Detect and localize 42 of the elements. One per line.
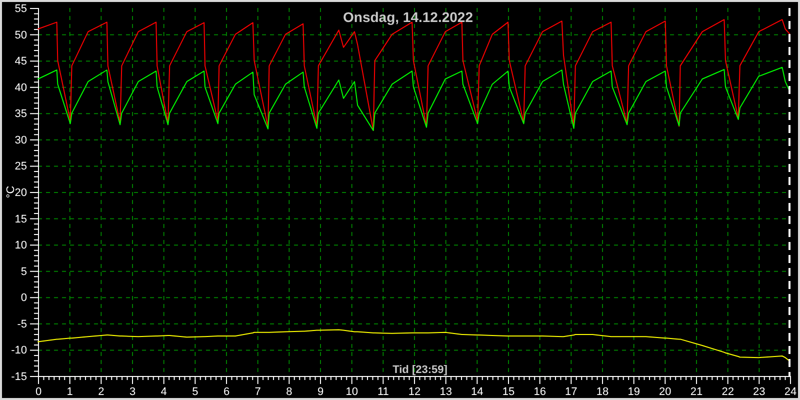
axis-label: 2 bbox=[98, 386, 104, 398]
axis-label: -15 bbox=[11, 371, 27, 383]
axis-label: 3 bbox=[129, 386, 136, 398]
axis-label: -5 bbox=[17, 318, 27, 330]
axis-label: 12 bbox=[408, 386, 421, 398]
axis-label: 40 bbox=[14, 82, 27, 94]
axis-label: 20 bbox=[14, 187, 27, 199]
axis-label: 1 bbox=[66, 386, 73, 398]
axis-label: 5 bbox=[20, 266, 27, 278]
axis-label: 35 bbox=[14, 108, 27, 120]
axis-label: 25 bbox=[14, 160, 27, 173]
axis-label: 24 bbox=[784, 386, 797, 398]
axis-label: 0 bbox=[35, 386, 42, 398]
axis-label: 23 bbox=[753, 386, 766, 398]
axis-label: 15 bbox=[14, 213, 27, 226]
chart-title: Onsdag, 14.12.2022 bbox=[343, 9, 473, 25]
axis-label: 18 bbox=[596, 386, 609, 398]
axis-label: 19 bbox=[628, 386, 640, 398]
axis-label: 13 bbox=[440, 386, 452, 398]
axis-label: 10 bbox=[14, 240, 27, 252]
axis-label: 22 bbox=[722, 386, 734, 398]
axis-label: 11 bbox=[377, 386, 389, 398]
axis-label: 6 bbox=[223, 386, 230, 398]
axis-label: 7 bbox=[254, 386, 261, 398]
axis-label: 16 bbox=[534, 386, 546, 398]
axis-label: 45 bbox=[14, 56, 27, 68]
axis-label: 55 bbox=[14, 3, 27, 15]
axis-label: 17 bbox=[565, 386, 578, 398]
axis-label: 14 bbox=[471, 386, 484, 398]
axis-label: 9 bbox=[317, 386, 324, 398]
axis-label: 21 bbox=[690, 386, 703, 398]
axis-label: 20 bbox=[659, 386, 672, 398]
axis-label: 15 bbox=[502, 386, 515, 398]
axis-label: 8 bbox=[286, 386, 292, 398]
axis-label: 30 bbox=[14, 134, 27, 146]
axis-label: 5 bbox=[192, 386, 198, 398]
axis-label: 4 bbox=[160, 386, 167, 398]
axis-label: 10 bbox=[346, 386, 358, 398]
axis-label: -10 bbox=[11, 344, 27, 357]
axis-label: 50 bbox=[14, 29, 27, 42]
axis-label: 0 bbox=[20, 292, 27, 304]
axis-title: Tid [23:59] bbox=[392, 364, 448, 376]
